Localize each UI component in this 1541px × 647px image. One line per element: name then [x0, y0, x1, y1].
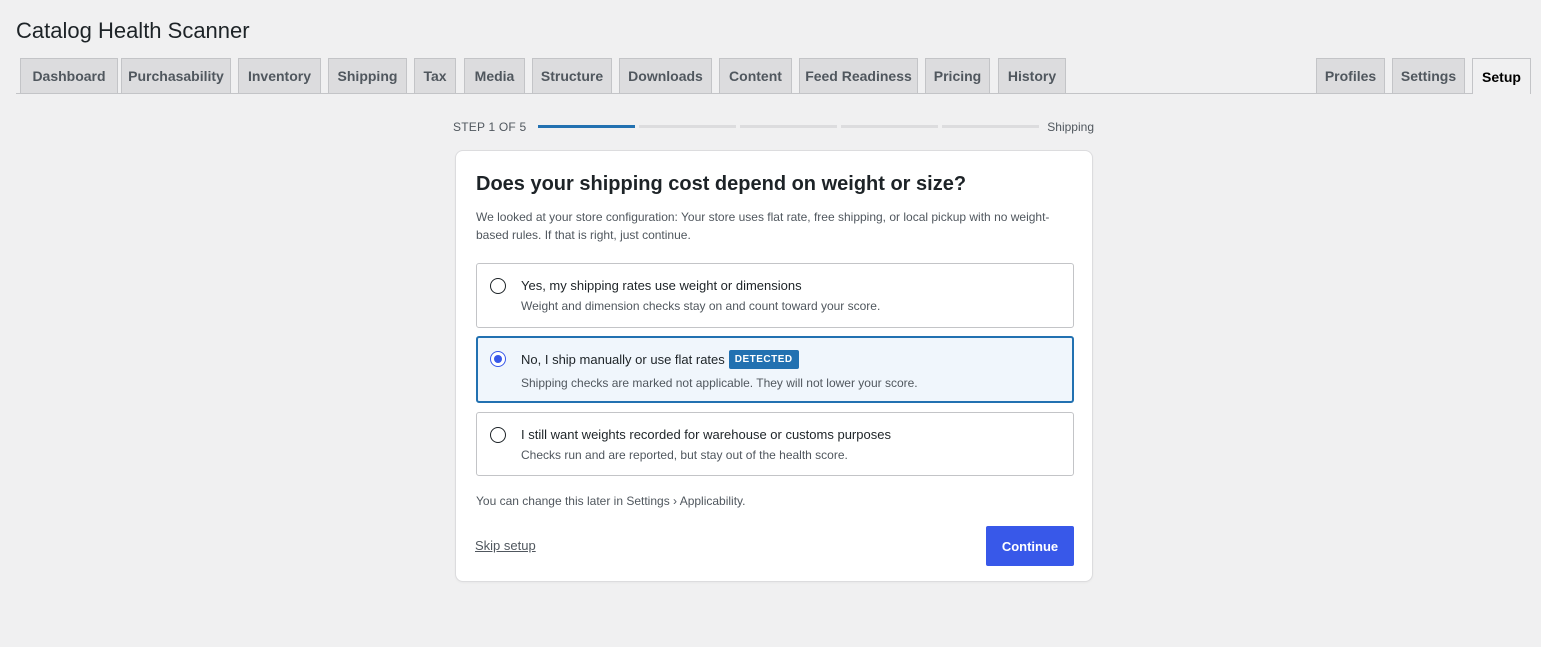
setup-stepper: STEP 1 OF 5 Shipping — [453, 120, 1094, 136]
tab-inventory[interactable]: Inventory — [238, 58, 321, 93]
question-title: Does your shipping cost depend on weight… — [476, 173, 967, 195]
option-label: Yes, my shipping rates use weight or dim… — [521, 278, 802, 293]
step-name: Shipping — [1047, 120, 1094, 134]
radio-selected-dot — [494, 355, 502, 363]
tab-purchasability[interactable]: Purchasability — [121, 58, 231, 93]
continue-button[interactable]: Continue — [986, 526, 1074, 566]
radio-button[interactable] — [490, 427, 506, 443]
option-label: No, I ship manually or use flat rates DET… — [521, 350, 799, 370]
tab-settings[interactable]: Settings — [1392, 58, 1465, 93]
step-counter: STEP 1 OF 5 — [453, 120, 527, 134]
option-description: Checks run and are reported, but stay ou… — [521, 448, 848, 462]
progress-segment-1 — [538, 125, 635, 128]
tab-content[interactable]: Content — [719, 58, 792, 93]
radio-button[interactable] — [490, 278, 506, 294]
option-weight-based[interactable]: Yes, my shipping rates use weight or dim… — [476, 263, 1074, 328]
option-label-text: No, I ship manually or use flat rates — [521, 351, 725, 367]
progress-segment-3 — [740, 125, 837, 128]
tab-shipping[interactable]: Shipping — [328, 58, 407, 93]
tab-media[interactable]: Media — [464, 58, 525, 93]
settings-note: You can change this later in Settings › … — [476, 494, 746, 508]
tab-feed-readiness[interactable]: Feed Readiness — [799, 58, 918, 93]
tab-tax[interactable]: Tax — [414, 58, 456, 93]
tab-bar: Dashboard Purchasability Inventory Shipp… — [16, 58, 1531, 94]
tab-structure[interactable]: Structure — [532, 58, 612, 93]
tab-setup[interactable]: Setup — [1472, 58, 1531, 94]
skip-setup-link[interactable]: Skip setup — [475, 538, 536, 553]
option-description: Weight and dimension checks stay on and … — [521, 299, 881, 313]
option-description: Shipping checks are marked not applicabl… — [521, 376, 918, 390]
tab-profiles[interactable]: Profiles — [1316, 58, 1385, 93]
progress-segment-4 — [841, 125, 938, 128]
tab-history[interactable]: History — [998, 58, 1066, 93]
tab-downloads[interactable]: Downloads — [619, 58, 712, 93]
progress-segment-5 — [942, 125, 1039, 128]
setup-card: Does your shipping cost depend on weight… — [455, 150, 1093, 582]
option-label: I still want weights recorded for wareho… — [521, 427, 891, 442]
detected-badge: DETECTED — [728, 350, 799, 369]
question-description: We looked at your store configuration: Y… — [476, 210, 1050, 242]
page-title: Catalog Health Scanner — [16, 18, 250, 43]
option-flat-rates[interactable]: No, I ship manually or use flat rates DET… — [476, 336, 1074, 403]
radio-button[interactable] — [490, 351, 506, 367]
tab-dashboard[interactable]: Dashboard — [20, 58, 118, 93]
option-warehouse-customs[interactable]: I still want weights recorded for wareho… — [476, 412, 1074, 476]
progress-segment-2 — [639, 125, 736, 128]
tab-pricing[interactable]: Pricing — [925, 58, 990, 93]
